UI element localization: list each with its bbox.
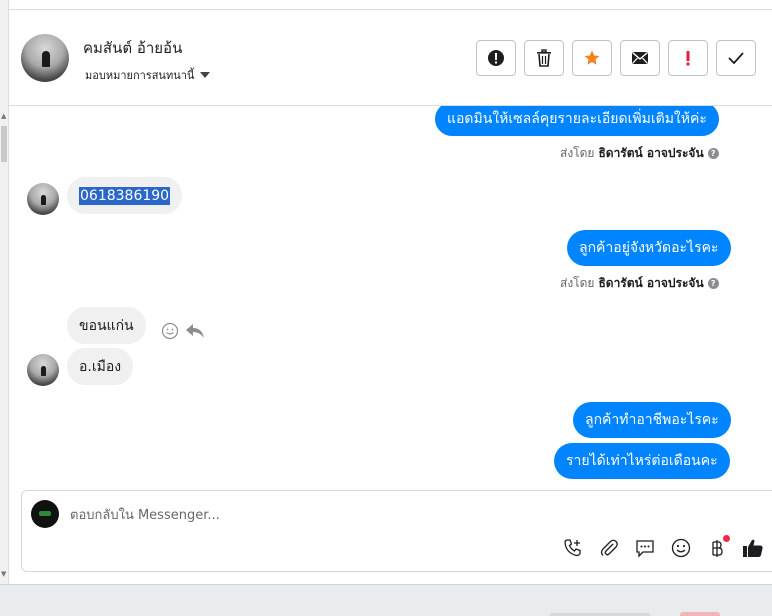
star-button[interactable]	[572, 40, 612, 76]
conversation-header: คมสันต์ อ้ายอ้น มอบหมายการสนทนานี้	[9, 10, 772, 106]
scroll-down-arrow-icon[interactable]: ▼	[1, 570, 6, 578]
contact-name[interactable]: คมสันต์ อ้ายอ้น	[83, 36, 182, 60]
incoming-message[interactable]: อ.เมือง	[67, 348, 134, 385]
composer-tools	[562, 535, 764, 559]
mark-unread-button[interactable]	[620, 40, 660, 76]
conversation-actions	[476, 40, 756, 76]
taskbar	[0, 584, 772, 616]
delete-button[interactable]	[524, 40, 564, 76]
follow-up-button[interactable]	[668, 40, 708, 76]
thumbs-up-icon[interactable]	[742, 537, 764, 559]
help-icon[interactable]: ?	[707, 148, 719, 159]
reply-input[interactable]	[70, 505, 470, 525]
sent-by-prefix: ส่งโดย	[560, 276, 595, 290]
envelope-icon	[632, 51, 648, 64]
paperclip-icon[interactable]	[598, 537, 620, 559]
contact-avatar-small[interactable]	[27, 183, 59, 215]
exclamation-icon	[686, 51, 690, 66]
taskbar-item[interactable]	[680, 612, 720, 616]
outgoing-message[interactable]: ลูกค้าอยู่จังหวัดอะไรคะ	[567, 230, 731, 266]
react-emoji-icon[interactable]	[161, 322, 179, 344]
sent-by-label: ส่งโดย ธิดารัตน์ อาจประจัน ?	[560, 274, 719, 293]
contact-avatar-small[interactable]	[27, 354, 59, 386]
incoming-message[interactable]: 0618386190	[67, 177, 183, 214]
assign-label: มอบหมายการสนทนานี้	[85, 69, 195, 82]
sent-by-agent: ธิดารัตน์ อาจประจัน	[598, 276, 704, 290]
help-icon[interactable]: ?	[707, 278, 719, 289]
sent-by-prefix: ส่งโดย	[560, 146, 595, 160]
star-icon	[584, 50, 600, 65]
saved-reply-icon[interactable]	[634, 537, 656, 559]
baht-payment-icon[interactable]	[706, 535, 730, 559]
message-thread[interactable]: แอดมินให้เซลล์คุยรายละเอียดเพิ่มเติมให้ค…	[9, 106, 772, 480]
spam-button[interactable]	[476, 40, 516, 76]
left-scrollbar[interactable]: ▲ ▼	[0, 0, 9, 584]
outgoing-message[interactable]: ลูกค้าทำอาชีพอะไรคะ	[573, 402, 731, 438]
scroll-thumb[interactable]	[1, 126, 7, 162]
emoji-icon[interactable]	[670, 537, 692, 559]
outgoing-message[interactable]: รายได้เท่าไหร่ต่อเดือนคะ	[554, 443, 730, 479]
reply-arrow-icon[interactable]	[185, 323, 205, 343]
selected-phone-number[interactable]: 0618386190	[79, 186, 171, 205]
exclamation-circle-icon	[488, 50, 504, 66]
sent-by-label: ส่งโดย ธิดารัตน์ อาจประจัน ?	[560, 144, 719, 163]
assign-conversation-dropdown[interactable]: มอบหมายการสนทนานี้	[85, 66, 211, 84]
reply-composer	[21, 490, 772, 572]
sent-by-agent: ธิดารัตน์ อาจประจัน	[598, 146, 704, 160]
incoming-message[interactable]: ขอนแก่น	[67, 307, 146, 344]
page-avatar	[31, 500, 59, 528]
notification-dot	[723, 535, 730, 542]
phone-plus-icon[interactable]	[562, 537, 584, 559]
caret-down-icon	[200, 72, 211, 78]
done-button[interactable]	[716, 40, 756, 76]
contact-avatar[interactable]	[21, 34, 69, 82]
outgoing-message[interactable]: แอดมินให้เซลล์คุยรายละเอียดเพิ่มเติมให้ค…	[435, 106, 719, 136]
checkmark-icon	[728, 52, 744, 64]
scroll-up-arrow-icon[interactable]: ▲	[1, 112, 6, 120]
trash-icon	[537, 49, 551, 67]
